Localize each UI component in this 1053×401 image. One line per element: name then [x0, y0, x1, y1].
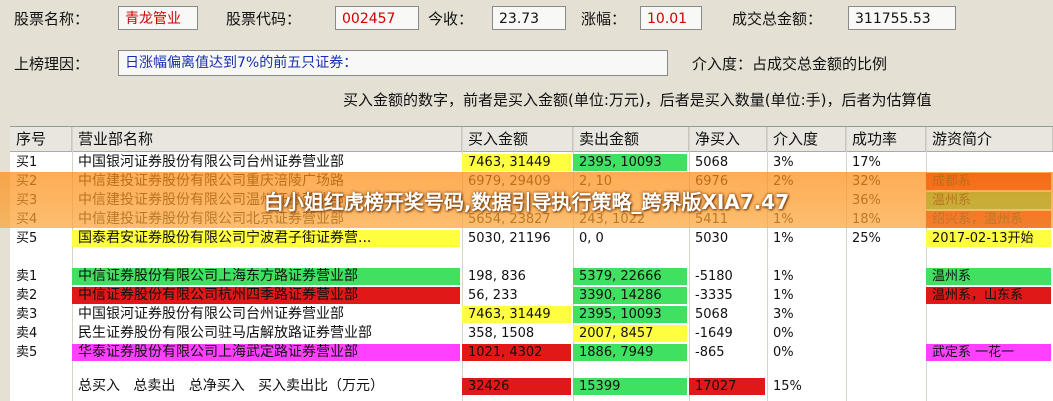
col-header-net[interactable]: 净买入 [689, 127, 767, 151]
table-row[interactable]: 买5 国泰君安证券股份有限公司宁波君子街证券营... 5030, 21196 0, 0… [10, 229, 1053, 248]
stock-code-field[interactable]: 002457 [335, 6, 419, 30]
col-header-branch[interactable]: 营业部名称 [72, 127, 462, 151]
row-net: -3335 [695, 288, 733, 303]
row-rate [846, 325, 924, 342]
row-rate: 17% [852, 155, 881, 170]
row-note: 温州系，山东系 [926, 287, 1051, 304]
row-note [926, 306, 1051, 323]
col-header-involve[interactable]: 介入度 [767, 127, 846, 151]
row-net: 5068 [695, 307, 729, 322]
row-sell: 5379, 22666 [573, 268, 687, 285]
row-branch: 国泰君安证券股份有限公司宁波君子街证券营... [72, 230, 460, 247]
list-reason-field[interactable]: 日涨幅偏离值达到7%的前五只证券： [118, 50, 668, 76]
row-note: 温州系 [926, 268, 1051, 285]
row-note [926, 154, 1051, 171]
row-note: 武定系 一花一 [926, 344, 1051, 361]
col-header-seq[interactable]: 序号 [10, 127, 72, 151]
table-header: 序号 营业部名称 买入金额 卖出金额 净买入 介入度 成功率 游资简介 [10, 127, 1053, 152]
summary-net: 17027 [689, 378, 765, 395]
table-row[interactable]: 卖4 民生证券股份有限公司驻马店解放路证券营业部 358, 1508 2007, 84… [10, 324, 1053, 343]
summary-row: 总买入 总卖出 总净买入 买入卖出比（万元） 32426 15399 17027… [10, 377, 1053, 396]
row-rate [846, 287, 924, 304]
row-seq: 卖4 [16, 326, 38, 341]
row-buy: 7463, 31449 [462, 154, 571, 171]
row-branch: 中国银河证券股份有限公司台州证券营业部 [78, 154, 344, 170]
row-sell: 2395, 10093 [573, 306, 687, 323]
row-involve: 1% [773, 269, 794, 284]
row-branch: 中信证券股份有限公司上海东方路证券营业部 [72, 268, 460, 285]
summary-sell: 15399 [573, 378, 687, 395]
row-buy: 7463, 31449 [462, 306, 571, 323]
row-seq: 买5 [16, 231, 38, 246]
table-row[interactable]: 卖5 华泰证券股份有限公司上海武定路证券营业部 1021, 4302 1886, 79… [10, 343, 1053, 362]
row-involve: 0% [773, 345, 794, 360]
table-row[interactable]: 卖2 中信证券股份有限公司杭州四季路证券营业部 56, 233 3390, 14286… [10, 286, 1053, 305]
row-note [926, 325, 1051, 342]
row-net: -5180 [695, 269, 733, 284]
row-rate [846, 306, 924, 323]
row-sell: 3390, 14286 [573, 287, 687, 304]
row-involve: 1% [773, 288, 794, 303]
row-seq: 卖1 [16, 269, 38, 284]
change-field[interactable]: 10.01 [640, 6, 702, 30]
row-branch: 中信证券股份有限公司杭州四季路证券营业部 [72, 287, 460, 304]
row-net: -1649 [695, 326, 733, 341]
summary-involve: 15% [773, 379, 802, 394]
stock-name-label: 股票名称： [14, 10, 90, 28]
col-header-sell[interactable]: 卖出金额 [573, 127, 689, 151]
row-involve: 3% [773, 307, 794, 322]
row-net: 5030 [695, 231, 729, 246]
stock-name-field[interactable]: 青龙管业 [118, 6, 198, 30]
row-sell: 2395, 10093 [573, 154, 687, 171]
table-row[interactable]: 卖1 中信证券股份有限公司上海东方路证券营业部 198, 836 5379, 2266… [10, 267, 1053, 286]
list-reason-label: 上榜理因： [14, 55, 90, 73]
row-net: 5068 [695, 155, 729, 170]
row-rate [846, 268, 924, 285]
total-amount-field[interactable]: 311755.53 [848, 6, 956, 30]
row-seq: 买1 [16, 155, 38, 170]
close-price-label: 今收： [428, 10, 474, 28]
row-buy: 56, 233 [468, 288, 518, 303]
row-buy: 1021, 4302 [462, 344, 571, 361]
row-sell: 1886, 7949 [573, 344, 687, 361]
row-note: 2017-02-13开始 [926, 230, 1051, 247]
row-involve: 0% [773, 326, 794, 341]
involvement-note: 介入度：占成交总金额的比例 [692, 55, 888, 73]
total-amount-label: 成交总金额： [732, 10, 823, 28]
row-seq: 卖3 [16, 307, 38, 322]
row-branch: 中国银河证券股份有限公司台州证券营业部 [78, 306, 344, 322]
row-buy: 198, 836 [468, 269, 526, 284]
col-header-rate[interactable]: 成功率 [846, 127, 926, 151]
row-branch: 民生证券股份有限公司驻马店解放路证券营业部 [78, 325, 372, 341]
table-row[interactable]: 卖3 中国银河证券股份有限公司台州证券营业部 7463, 31449 2395, 10… [10, 305, 1053, 324]
col-header-buy[interactable]: 买入金额 [462, 127, 573, 151]
row-buy: 358, 1508 [468, 326, 535, 341]
row-branch: 华泰证券股份有限公司上海武定路证券营业部 [72, 344, 460, 361]
dragon-tiger-table: 序号 营业部名称 买入金额 卖出金额 净买入 介入度 成功率 游资简介 买1 中国… [10, 126, 1053, 401]
row-seq: 卖5 [16, 345, 38, 360]
row-involve: 1% [773, 231, 794, 246]
summary-labels: 总买入 总卖出 总净买入 买入卖出比（万元） [78, 378, 385, 394]
row-rate [846, 344, 924, 361]
banner-text: 白小姐红虎榜开奖号码,数据引导执行策略_跨界版XIA7.47 [263, 189, 790, 214]
row-net: -865 [695, 345, 725, 360]
col-header-note[interactable]: 游资简介 [926, 127, 1053, 151]
unit-note: 买入金额的数字，前者是买入金额(单位:万元)，后者是买入数量(单位:手)，后者为… [343, 91, 932, 109]
overlay-banner: 白小姐红虎榜开奖号码,数据引导执行策略_跨界版XIA7.47 [0, 172, 1053, 228]
row-sell: 2007, 8457 [573, 325, 687, 342]
table-row[interactable]: 买1 中国银河证券股份有限公司台州证券营业部 7463, 31449 2395, 10… [10, 153, 1053, 172]
row-rate: 25% [852, 231, 881, 246]
summary-buy: 32426 [462, 378, 571, 395]
stock-code-label: 股票代码： [226, 10, 302, 28]
row-sell: 0, 0 [579, 231, 604, 246]
row-seq: 卖2 [16, 288, 38, 303]
row-buy: 5030, 21196 [468, 231, 551, 246]
close-price-field[interactable]: 23.73 [492, 6, 566, 30]
row-involve: 3% [773, 155, 794, 170]
change-label: 涨幅： [581, 10, 627, 28]
